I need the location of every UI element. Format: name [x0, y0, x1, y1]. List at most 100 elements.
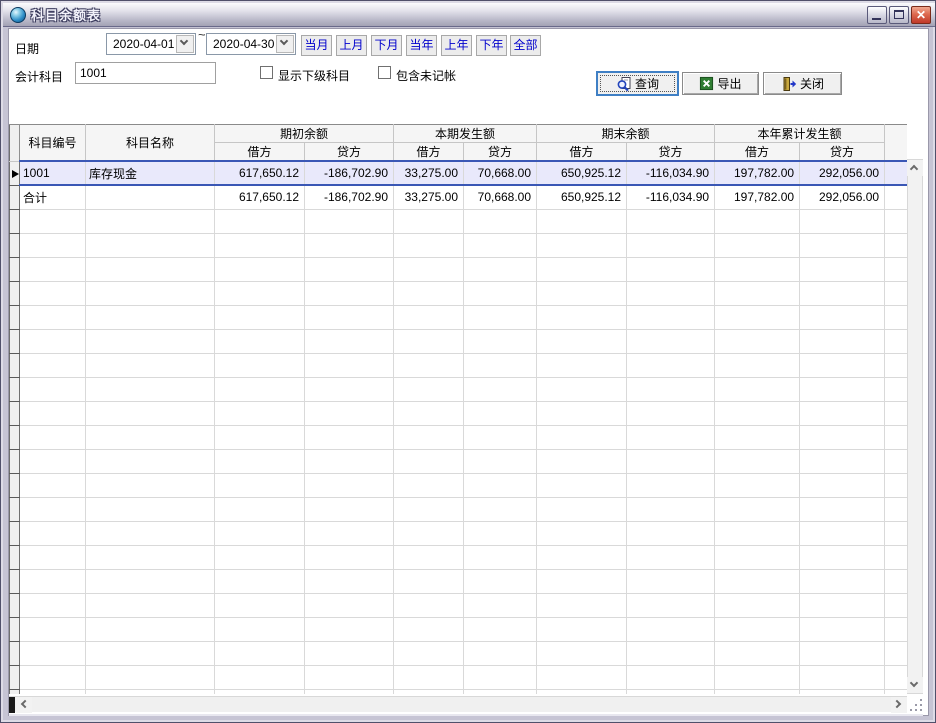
scroll-right-button[interactable] — [891, 697, 907, 713]
vertical-scrollbar[interactable] — [907, 159, 923, 694]
amount-cell[interactable]: 33,275.00 — [394, 185, 464, 209]
quick-range-prev-year[interactable]: 上年 — [441, 35, 472, 56]
minimize-icon — [872, 18, 881, 20]
subheader-debit[interactable]: 借方 — [715, 143, 800, 162]
scroll-down-button[interactable] — [907, 677, 923, 693]
chevron-right-icon — [893, 700, 901, 708]
show-sub-accounts-checkbox[interactable] — [260, 66, 273, 79]
globe-app-icon — [10, 7, 26, 23]
amount-cell[interactable]: 197,782.00 — [715, 185, 800, 209]
subheader-credit[interactable]: 贷方 — [464, 143, 537, 162]
amount-cell[interactable]: -116,034.90 — [627, 161, 715, 185]
row-selector-cell[interactable] — [10, 161, 20, 185]
quick-range-next-year[interactable]: 下年 — [476, 35, 507, 56]
empty-row — [10, 377, 908, 401]
account-code-cell[interactable]: 合计 — [20, 185, 86, 209]
empty-row — [10, 569, 908, 593]
close-window-button[interactable]: ✕ — [911, 6, 931, 24]
date-to-select[interactable]: 2020-04-30 — [206, 33, 296, 55]
table-row[interactable]: 合计 617,650.12-186,702.9033,275.0070,668.0… — [10, 185, 908, 209]
empty-row — [10, 329, 908, 353]
scroll-left-button[interactable] — [16, 697, 32, 713]
quick-range-next-month[interactable]: 下月 — [371, 35, 402, 56]
date-from-select[interactable]: 2020-04-01 — [106, 33, 196, 55]
include-unposted-checkbox[interactable] — [378, 66, 391, 79]
chevron-left-icon — [21, 700, 29, 708]
quick-range-all[interactable]: 全部 — [510, 35, 541, 56]
close-button-label: 关闭 — [800, 75, 824, 92]
horizontal-scroll-thumb[interactable] — [9, 697, 15, 713]
subheader-debit[interactable]: 借方 — [537, 143, 627, 162]
query-button-label: 查询 — [635, 75, 659, 92]
account-code-cell[interactable]: 1001 — [20, 161, 86, 185]
row-pointer-icon — [12, 170, 19, 178]
amount-cell[interactable]: 650,925.12 — [537, 185, 627, 209]
maximize-button[interactable] — [889, 6, 909, 24]
empty-row — [10, 665, 908, 689]
empty-row — [10, 281, 908, 305]
subheader-credit[interactable]: 贷方 — [305, 143, 394, 162]
minimize-button[interactable] — [867, 6, 887, 24]
table-row[interactable]: 1001库存现金617,650.12-186,702.9033,275.0070… — [10, 161, 908, 185]
group-header-ytd-activity[interactable]: 本年累计发生额 — [715, 125, 885, 143]
exit-door-icon — [781, 76, 797, 92]
close-form-button[interactable]: 关闭 — [763, 72, 842, 95]
row-selector-cell[interactable] — [10, 185, 20, 209]
empty-row — [10, 233, 908, 257]
balance-grid: 科目编号 科目名称 期初余额 本期发生额 期末余额 本年累计发生额 借方 贷方 … — [9, 124, 907, 694]
col-header-account-name[interactable]: 科目名称 — [86, 125, 215, 162]
date-from-dropdown-button[interactable] — [176, 35, 194, 53]
empty-row — [10, 353, 908, 377]
subheader-debit[interactable]: 借方 — [394, 143, 464, 162]
close-icon: ✕ — [916, 8, 926, 22]
include-unposted-label: 包含未记帐 — [396, 67, 456, 84]
group-header-period-activity[interactable]: 本期发生额 — [394, 125, 537, 143]
quick-range-current-month[interactable]: 当月 — [301, 35, 332, 56]
date-range-separator: ~ — [198, 27, 206, 42]
grid-body: 1001库存现金617,650.12-186,702.9033,275.0070… — [10, 161, 908, 694]
amount-cell[interactable]: 617,650.12 — [215, 161, 305, 185]
empty-row — [10, 689, 908, 694]
empty-row — [10, 425, 908, 449]
balance-table: 科目编号 科目名称 期初余额 本期发生额 期末余额 本年累计发生额 借方 贷方 … — [9, 124, 907, 694]
date-label: 日期 — [15, 40, 39, 57]
amount-cell[interactable]: -116,034.90 — [627, 185, 715, 209]
empty-row — [10, 209, 908, 233]
date-to-dropdown-button[interactable] — [276, 35, 294, 53]
export-button[interactable]: 导出 — [682, 72, 759, 95]
amount-cell[interactable]: 292,056.00 — [800, 185, 885, 209]
titlebar[interactable]: 科目余额表 ✕ — [3, 3, 935, 27]
account-name-cell[interactable] — [86, 185, 215, 209]
group-header-opening-balance[interactable]: 期初余额 — [215, 125, 394, 143]
amount-cell[interactable]: 70,668.00 — [464, 185, 537, 209]
horizontal-scrollbar[interactable] — [9, 696, 907, 712]
amount-cell[interactable]: 292,056.00 — [800, 161, 885, 185]
amount-cell[interactable]: -186,702.90 — [305, 185, 394, 209]
empty-row — [10, 497, 908, 521]
window-controls: ✕ — [867, 6, 931, 24]
empty-row — [10, 617, 908, 641]
scroll-up-button[interactable] — [907, 160, 923, 176]
amount-cell[interactable]: -186,702.90 — [305, 161, 394, 185]
col-header-account-code[interactable]: 科目编号 — [20, 125, 86, 162]
group-header-closing-balance[interactable]: 期末余额 — [537, 125, 715, 143]
account-input[interactable] — [75, 62, 216, 84]
amount-cell[interactable]: 617,650.12 — [215, 185, 305, 209]
subheader-credit[interactable]: 贷方 — [627, 143, 715, 162]
resize-grip[interactable] — [909, 699, 923, 712]
empty-row — [10, 545, 908, 569]
chevron-down-icon — [910, 679, 918, 687]
subheader-debit[interactable]: 借方 — [215, 143, 305, 162]
search-icon — [616, 76, 632, 92]
account-name-cell[interactable]: 库存现金 — [86, 161, 215, 185]
chevron-up-icon — [910, 165, 918, 173]
amount-cell[interactable]: 650,925.12 — [537, 161, 627, 185]
amount-cell[interactable]: 197,782.00 — [715, 161, 800, 185]
amount-cell[interactable]: 70,668.00 — [464, 161, 537, 185]
date-to-value: 2020-04-30 — [207, 37, 276, 51]
subheader-credit[interactable]: 贷方 — [800, 143, 885, 162]
amount-cell[interactable]: 33,275.00 — [394, 161, 464, 185]
query-button[interactable]: 查询 — [596, 71, 679, 96]
quick-range-prev-month[interactable]: 上月 — [336, 35, 367, 56]
quick-range-current-year[interactable]: 当年 — [406, 35, 437, 56]
